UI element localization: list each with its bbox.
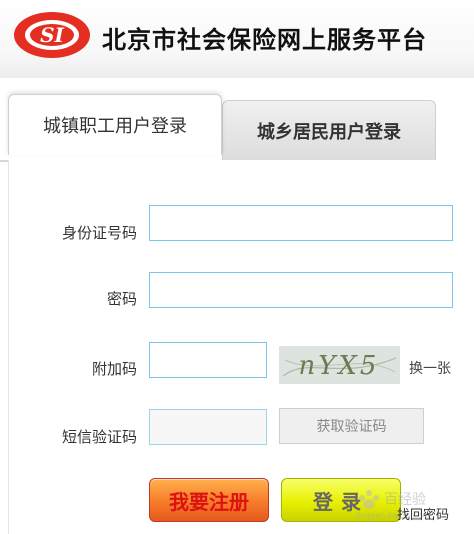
captcha-label: 附加码 bbox=[91, 360, 137, 378]
logo-text: SI bbox=[40, 23, 64, 47]
site-title: 北京市社会保险网上服务平台 bbox=[102, 25, 427, 54]
password-label: 密码 bbox=[106, 290, 137, 308]
captcha-input[interactable] bbox=[149, 342, 267, 378]
social-insurance-logo: SI bbox=[14, 12, 90, 58]
login-tabs: 城镇职工用户登录 城乡居民用户登录 bbox=[0, 90, 474, 162]
password-input[interactable] bbox=[149, 272, 453, 308]
register-button[interactable]: 我要注册 bbox=[149, 478, 269, 522]
id-number-label: 身份证号码 bbox=[61, 224, 137, 242]
captcha-text: nYX5 bbox=[299, 351, 380, 381]
id-number-input[interactable] bbox=[149, 205, 453, 241]
page-header: SI 北京市社会保险网上服务平台 bbox=[0, 0, 474, 78]
captcha-image[interactable]: nYX5 bbox=[279, 346, 400, 384]
refresh-captcha-link[interactable]: 换一张 bbox=[409, 358, 451, 378]
tab-urban-rural-resident-login[interactable]: 城乡居民用户登录 bbox=[222, 100, 436, 161]
tab-urban-employee-login[interactable]: 城镇职工用户登录 bbox=[8, 94, 222, 155]
get-sms-code-button[interactable]: 获取验证码 bbox=[279, 408, 424, 444]
forgot-password-link[interactable]: 找回密码 bbox=[397, 504, 449, 523]
sms-code-label: 短信验证码 bbox=[61, 428, 137, 446]
sms-code-input[interactable] bbox=[149, 409, 267, 445]
